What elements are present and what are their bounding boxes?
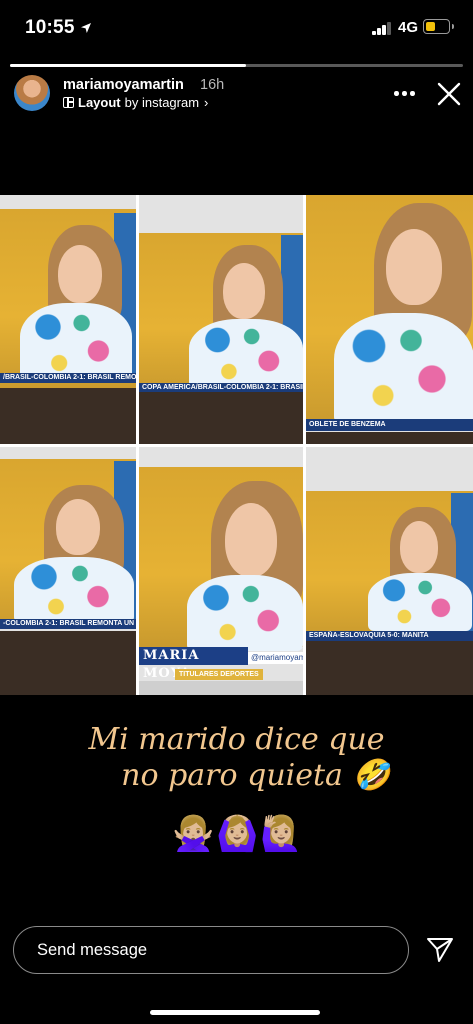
photo-layout-grid: /BRASIL-COLOMBIA 2-1: BRASIL REMONTA COP… <box>0 195 473 695</box>
photo-tile: /BRASIL-COLOMBIA 2-1: BRASIL REMONTA <box>0 195 136 444</box>
handle-plate: @mariamoyamartin <box>248 652 303 664</box>
news-ticker: -COLOMBIA 2-1: BRASIL REMONTA UN PARTIDO… <box>0 619 136 629</box>
news-ticker: OBLETE DE BENZEMA <box>306 419 473 431</box>
layout-icon <box>63 97 74 108</box>
more-icon[interactable] <box>394 91 415 97</box>
story-progress-track <box>10 64 463 67</box>
news-ticker: /BRASIL-COLOMBIA 2-1: BRASIL REMONTA <box>0 373 136 383</box>
emoji-ok-gesture: 🙆🏼‍♀️ <box>216 815 259 853</box>
layout-by-label: by instagram <box>124 95 200 110</box>
name-plate: MARIA MOYA <box>139 647 248 681</box>
battery-icon <box>423 19 450 34</box>
story-progress-fill <box>10 64 246 67</box>
photo-tile: COPA AMERICA/BRASIL-COLOMBIA 2-1: BRASIL <box>139 195 303 444</box>
battery-level <box>426 22 435 31</box>
emoji-row: 🙅🏼‍♀️ 🙆🏼‍♀️ 🙋🏼‍♀️ <box>172 814 303 854</box>
photo-tile: ESPAÑA-ESLOVAQUIA 5-0: MANITA <box>306 447 473 695</box>
emoji-no-gesture: 🙅🏼‍♀️ <box>172 815 215 853</box>
story-time-ago: 16h <box>200 77 225 93</box>
subtitle-plate: TITULARES DEPORTES <box>175 669 263 680</box>
story-caption: Mi marido dice que no paro quieta 🤣 <box>0 722 473 794</box>
avatar[interactable] <box>14 75 50 111</box>
story-username[interactable]: mariamoyamartin <box>63 77 184 93</box>
photo-tile: OBLETE DE BENZEMA <box>306 195 473 444</box>
caption-line-2: no paro quieta 🤣 <box>121 758 390 793</box>
caption-line-1: Mi marido dice que <box>88 722 385 757</box>
photo-tile: MARIA MOYA @mariamoyamartin TITULARES DE… <box>139 447 303 695</box>
home-indicator <box>150 1010 320 1015</box>
layout-attribution[interactable]: Layout by instagram › <box>63 95 208 110</box>
send-message-input[interactable]: Send message <box>13 926 409 974</box>
signal-bars-icon <box>372 22 392 35</box>
emoji-raising-hand: 🙋🏼‍♀️ <box>260 815 303 853</box>
layout-name: Layout <box>78 95 121 110</box>
status-time: 10:55 <box>25 17 75 38</box>
location-arrow-icon <box>81 23 91 33</box>
close-icon[interactable] <box>437 82 461 106</box>
network-type: 4G <box>398 19 419 36</box>
chevron-right-icon: › <box>204 95 209 110</box>
send-icon[interactable] <box>426 937 454 963</box>
news-ticker: ESPAÑA-ESLOVAQUIA 5-0: MANITA <box>306 631 473 641</box>
photo-tile: -COLOMBIA 2-1: BRASIL REMONTA UN PARTIDO… <box>0 447 136 695</box>
status-bar: 10:55 4G <box>0 0 473 58</box>
battery-cap <box>452 24 454 29</box>
